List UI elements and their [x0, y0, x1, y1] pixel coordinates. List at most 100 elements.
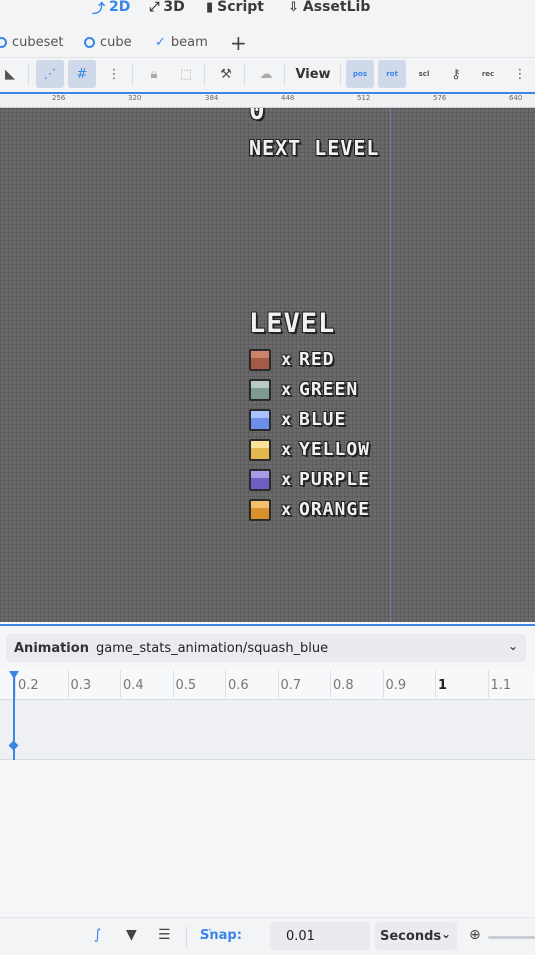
timeline-tick-label: 0.2 [18, 678, 39, 693]
toolbar-divider [132, 64, 133, 86]
grid-snap-icon[interactable]: # [68, 60, 96, 88]
timeline-divider [277, 670, 279, 698]
level-title: LEVEL [249, 308, 336, 339]
cube-color-name: BLUE [299, 409, 347, 430]
toolbar-divider [284, 64, 285, 86]
animation-select[interactable]: game_stats_animation/squash_blue ⌄ [90, 634, 526, 662]
timeline-divider [330, 670, 331, 698]
toolbar-divider [340, 64, 341, 86]
zoom-slider[interactable] [488, 936, 535, 939]
playhead-handle[interactable] [9, 671, 19, 679]
units-select-value: Seconds [380, 928, 442, 944]
add-tab-button[interactable]: + [230, 31, 247, 55]
cube-color-name: RED [299, 349, 335, 370]
scene-node-icon [0, 37, 7, 48]
particles-icon[interactable]: ☁ [252, 60, 280, 88]
toolbar-divider [244, 64, 245, 86]
workspace-2d-button[interactable]: ⤴ 2D [92, 0, 130, 17]
more-options-icon[interactable]: ⋮ [506, 60, 534, 88]
score-number: 0 [249, 108, 266, 126]
next-level-label: NEXT LEVEL [249, 136, 380, 160]
multiplier-label: x [281, 440, 293, 460]
multiplier-label: x [281, 410, 293, 430]
timeline-divider [67, 670, 69, 698]
ruler-tick: 576 [433, 94, 447, 102]
workspace-3d-button[interactable]: ⤢ 3D [149, 0, 185, 15]
cube-icon [249, 439, 271, 461]
track-list-icon[interactable]: ☰ [158, 927, 171, 943]
ruler-tick: 448 [281, 94, 295, 102]
cube-color-name: GREEN [299, 379, 359, 400]
horizontal-ruler: 256 320 384 448 512 576 640 [0, 94, 535, 108]
assetlib-icon: ⇩ [288, 0, 299, 15]
cube-icon [249, 469, 271, 491]
cube-icon [249, 409, 271, 431]
timeline-bottom-bar: ∫ ▼ ☰ ⋰ Snap: Seconds ⌄ ⊕ [0, 917, 535, 955]
timeline-tick-label: 0.9 [385, 678, 407, 693]
chevron-down-icon: ⌄ [507, 639, 518, 653]
snap-label: Snap: [200, 928, 242, 943]
animation-track[interactable] [0, 700, 535, 760]
toolbar-divider [186, 926, 187, 948]
timeline-tick-label: 0.3 [70, 678, 92, 693]
timeline-tick-label: 0.6 [228, 678, 249, 693]
multiplier-label: x [281, 350, 293, 370]
timeline-divider [382, 670, 384, 698]
ruler-tool-icon[interactable]: ◣ [0, 60, 24, 88]
viewport-guide-line [390, 108, 391, 622]
timeline-divider [120, 670, 121, 698]
scene-tabs: cubeset cube ✓ beam + [0, 28, 535, 58]
workspace-script-button[interactable]: ▮ Script [206, 0, 264, 15]
animation-node-icon: ✓ [155, 35, 166, 50]
canvas-viewport[interactable]: 0 NEXT LEVEL LEVEL x RED x GREEN x BLUE x YELLO… [0, 108, 535, 622]
animation-select-value: game_stats_animation/squash_blue [96, 640, 329, 656]
key-icon[interactable]: ⚷ [442, 60, 470, 88]
timeline-tick-label: 0.7 [280, 678, 302, 693]
tab-beam[interactable]: ✓ beam [155, 35, 208, 50]
key-rotation-toggle[interactable]: rot [378, 60, 406, 88]
cube-color-name: PURPLE [299, 469, 371, 490]
multiplier-label: x [281, 500, 293, 520]
tab-cubeset[interactable]: cubeset [0, 35, 64, 50]
ruler-tick: 384 [205, 94, 219, 102]
3d-icon: ⤢ [149, 0, 160, 15]
timeline-tick-label: 0.4 [123, 678, 144, 693]
ruler-tick: 256 [52, 94, 66, 102]
editor-toolbar: ◣ ⋰ # ⋮ 🔒︎ ⬚ ⚒ ☁ View pos rot scl ⚷ rec … [0, 58, 535, 94]
timeline-tick-label: 1 [438, 678, 448, 693]
snap-options-icon[interactable]: ⋮ [100, 60, 128, 88]
ruler-tick: 512 [357, 94, 371, 102]
smart-snap-icon[interactable]: ⋰ [36, 60, 64, 88]
bezier-curve-icon[interactable]: ∫ [94, 927, 101, 943]
timeline-tick-label: 1.1 [490, 678, 512, 693]
timeline-divider [487, 670, 489, 698]
cube-icon [249, 379, 271, 401]
animation-menu-button[interactable]: Animation [6, 634, 97, 662]
view-menu[interactable]: View [292, 60, 334, 88]
cube-icon [249, 499, 271, 521]
lock-icon[interactable]: 🔒︎ [140, 60, 168, 88]
multiplier-label: x [281, 470, 293, 490]
key-scale-toggle[interactable]: scl [410, 60, 438, 88]
multiplier-label: x [281, 380, 293, 400]
timeline-tick-label: 0.8 [333, 678, 354, 693]
filter-icon[interactable]: ▼ [126, 927, 137, 943]
timeline-divider [225, 670, 226, 698]
zoom-icon: ⊕ [469, 927, 481, 943]
cube-icon [249, 349, 271, 371]
bone-icon[interactable]: ⚒ [212, 60, 240, 88]
tab-cube[interactable]: cube [84, 35, 132, 50]
group-icon[interactable]: ⬚ [172, 60, 200, 88]
snap-input[interactable] [270, 922, 370, 950]
toolbar-divider [204, 64, 205, 86]
units-select[interactable]: Seconds ⌄ [375, 922, 457, 950]
timeline-tick-label: 0.5 [175, 678, 197, 693]
workspace-assetlib-button[interactable]: ⇩ AssetLib [288, 0, 370, 15]
cube-color-name: YELLOW [299, 439, 371, 460]
scene-node-icon [84, 37, 95, 48]
script-icon: ▮ [206, 0, 214, 15]
cube-color-name: ORANGE [299, 499, 371, 520]
auto-key-toggle[interactable]: rec [474, 60, 502, 88]
key-position-toggle[interactable]: pos [346, 60, 374, 88]
timeline-ruler[interactable]: 0.2 0.3 0.4 0.5 0.6 0.7 0.8 0.9 1 1.1 [0, 668, 535, 700]
